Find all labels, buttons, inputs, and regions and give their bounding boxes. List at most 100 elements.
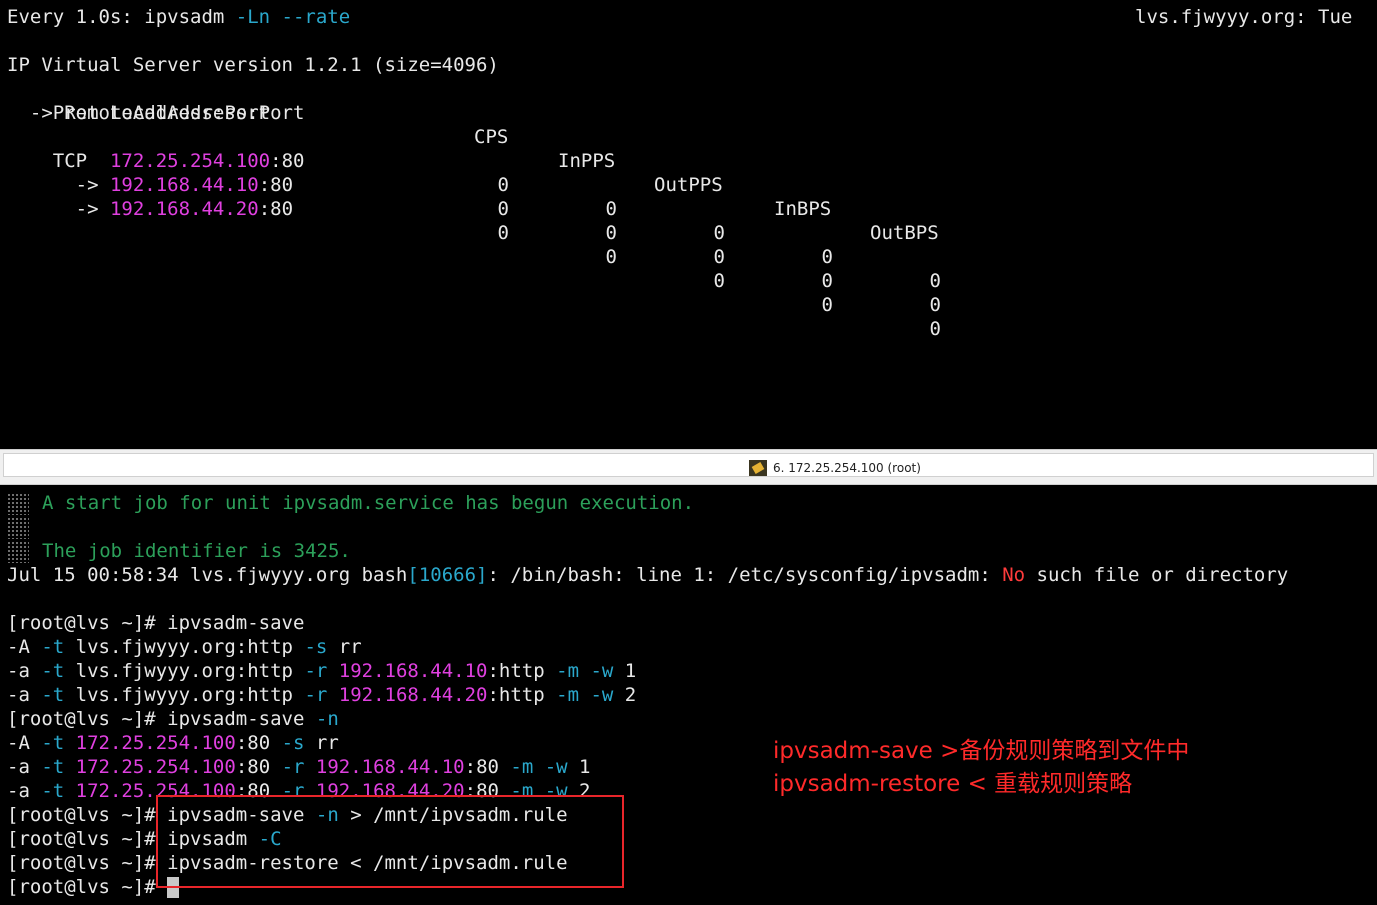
- systemd-message: The job identifier is 3425.: [42, 540, 351, 562]
- output-text: 2: [613, 684, 637, 706]
- command-flag: -n: [315, 708, 339, 730]
- output-line: -a -t lvs.fjwyyy.org:http -r 192.168.44.…: [7, 659, 636, 683]
- watch-command: Every 1.0s: ipvsadm: [7, 6, 236, 28]
- output-text: :80: [235, 756, 282, 778]
- output-flag: -t: [41, 636, 65, 658]
- cell-cps: 0: [497, 198, 509, 220]
- output-flag: -r: [304, 660, 328, 682]
- output-text: -a: [7, 780, 42, 802]
- row-ip: 192.168.44.20: [109, 198, 259, 220]
- output-ip: 192.168.44.10: [304, 756, 465, 778]
- key-icon: [749, 460, 767, 476]
- output-line: -A -t 172.25.254.100:80 -s rr: [7, 731, 339, 755]
- table-row: TCP 172.25.254.100:80 0 0 0 0 0: [7, 125, 1007, 292]
- output-ip: 172.25.254.100: [64, 756, 236, 778]
- cell-inpps: 0: [605, 222, 617, 244]
- session-tab-bar: 6. 172.25.254.100 (root): [0, 449, 1377, 485]
- row-port: :80: [258, 198, 294, 220]
- output-flag: -s: [281, 732, 305, 754]
- cell-inbps: 0: [821, 270, 833, 292]
- output-text: -A: [7, 636, 42, 658]
- output-text: rr: [327, 636, 362, 658]
- cell-outbps: 0: [929, 270, 941, 292]
- output-flag: -t: [41, 780, 65, 802]
- systemd-message: A start job for unit ipvsadm.service has…: [42, 492, 695, 514]
- output-flag: -r: [281, 756, 305, 778]
- output-line: -a -t 172.25.254.100:80 -r 192.168.44.10…: [7, 755, 591, 779]
- output-ip: 192.168.44.10: [327, 660, 488, 682]
- error-text: : /bin/bash: line 1: /etc/sysconfig/ipvs…: [487, 564, 1003, 586]
- cell-outpps: 0: [713, 222, 725, 244]
- output-text: :80: [464, 756, 511, 778]
- command-line: [root@lvs ~]# ipvsadm-save -n: [7, 707, 339, 731]
- output-flag: -m: [510, 756, 534, 778]
- output-text: lvs.fjwyyy.org:http: [64, 660, 305, 682]
- cell-inpps: 0: [605, 246, 617, 268]
- shell-prompt: [root@lvs ~]#: [7, 852, 168, 874]
- output-text: lvs.fjwyyy.org:http: [64, 636, 305, 658]
- cell-inbps: 0: [821, 294, 833, 316]
- cell-outpps: 0: [713, 270, 725, 292]
- output-text: -a: [7, 756, 42, 778]
- shell-prompt: [root@lvs ~]#: [7, 708, 168, 730]
- output-flag: -w: [579, 660, 614, 682]
- output-flag: -s: [304, 636, 328, 658]
- output-flag: -m: [556, 684, 580, 706]
- row-arrow: ->: [52, 198, 110, 220]
- cell-inbps: 0: [821, 246, 833, 268]
- error-text: such file or directory: [1025, 564, 1289, 586]
- output-line: -A -t lvs.fjwyyy.org:http -s rr: [7, 635, 362, 659]
- watch-host-time: lvs.fjwyyy.org: Tue: [1135, 6, 1353, 28]
- session-tab[interactable]: 6. 172.25.254.100 (root): [3, 453, 1374, 477]
- highlight-box: [156, 795, 624, 888]
- table-row: -> 192.168.44.20:80 0 0 0 0 0: [7, 173, 1007, 340]
- header-inbps: InBPS: [774, 198, 832, 220]
- output-flag: -t: [41, 684, 65, 706]
- remote-header: -> RemoteAddress:Port: [7, 102, 271, 124]
- table-header: Prot LocalAddress:Port CPS InPPS OutPPS …: [7, 77, 1007, 244]
- error-source: Jul 15 00:58:34 lvs.fjwyyy.org bash: [7, 564, 408, 586]
- watch-terminal-pane[interactable]: Every 1.0s: ipvsadm -Ln --rate lvs.fjwyy…: [0, 0, 1377, 449]
- gutter-marker-icon: [7, 541, 29, 563]
- shell-prompt: [root@lvs ~]#: [7, 828, 168, 850]
- output-flag: -t: [41, 756, 65, 778]
- output-text: -a: [7, 660, 42, 682]
- command-text: ipvsadm-save: [167, 708, 316, 730]
- header-outbps: OutBPS: [870, 222, 939, 244]
- annotation-line-save: ipvsadm-save >备份规则策略到文件中: [773, 738, 1190, 764]
- command-line: [root@lvs ~]# ipvsadm-save: [7, 611, 304, 635]
- output-ip: 192.168.44.20: [327, 684, 488, 706]
- error-pid: [10666]: [407, 564, 488, 586]
- session-tab-title[interactable]: 6. 172.25.254.100 (root): [749, 458, 921, 478]
- cell-inpps: 0: [605, 198, 617, 220]
- session-tab-label: 6. 172.25.254.100 (root): [773, 461, 921, 475]
- output-text: 1: [613, 660, 637, 682]
- output-text: 1: [567, 756, 591, 778]
- output-flag: -t: [41, 660, 65, 682]
- cell-outbps: 0: [929, 294, 941, 316]
- shell-prompt: [root@lvs ~]#: [7, 804, 168, 826]
- output-flag: -t: [41, 732, 65, 754]
- output-text: :http: [487, 660, 557, 682]
- output-flag: -m: [556, 660, 580, 682]
- table-row: -> 192.168.44.10:80 0 0 0 0 0: [7, 149, 1007, 316]
- annotation-note: ipvsadm-save >备份规则策略到文件中 ipvsadm-restore …: [773, 735, 1189, 801]
- version-line: IP Virtual Server version 1.2.1 (size=40…: [7, 54, 499, 76]
- shell-prompt: [root@lvs ~]#: [7, 876, 168, 898]
- watch-args: -Ln --rate: [235, 6, 351, 28]
- output-flag: -r: [304, 684, 328, 706]
- shell-prompt: [root@lvs ~]#: [7, 612, 168, 634]
- watch-command-line: Every 1.0s: ipvsadm -Ln --rate: [7, 5, 350, 29]
- error-keyword: No: [1002, 564, 1026, 586]
- output-flag: -w: [533, 756, 568, 778]
- active-prompt-line[interactable]: [root@lvs ~]#: [7, 875, 180, 899]
- cell-outpps: 0: [713, 246, 725, 268]
- gutter-marker-icon: [7, 517, 29, 539]
- output-text: lvs.fjwyyy.org:http: [64, 684, 305, 706]
- cell-cps: 0: [497, 222, 509, 244]
- output-text: :80: [235, 732, 282, 754]
- output-line: -a -t lvs.fjwyyy.org:http -r 192.168.44.…: [7, 683, 636, 707]
- output-text: :http: [487, 684, 557, 706]
- command-text: ipvsadm-save: [167, 612, 305, 634]
- annotation-line-restore: ipvsadm-restore < 重载规则策略: [773, 771, 1133, 797]
